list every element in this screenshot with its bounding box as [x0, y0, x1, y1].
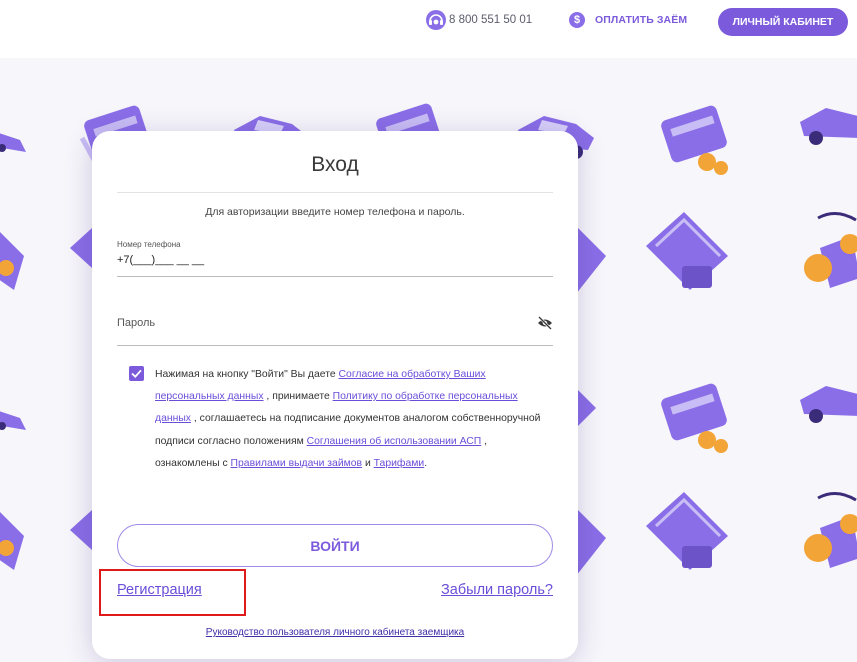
phone-label: Номер телефона — [117, 240, 181, 249]
receipt-illustration — [646, 212, 728, 290]
coins-illustration — [804, 212, 857, 288]
login-hint: Для авторизации введите номер телефона и… — [205, 206, 465, 218]
header-phone[interactable]: 8 800 551 50 01 — [425, 9, 532, 31]
password-underline — [117, 345, 553, 346]
login-button[interactable]: ВОЙТИ — [117, 524, 553, 567]
login-title: Вход — [311, 153, 359, 176]
headset-icon — [426, 10, 446, 30]
arrow-illustration — [576, 508, 606, 576]
register-highlight-box — [99, 569, 246, 616]
pay-loan-link[interactable]: $ ОПЛАТИТЬ ЗАЁМ — [569, 12, 687, 28]
money-illustration — [0, 512, 24, 570]
dollar-icon: $ — [569, 12, 585, 28]
user-guide-link[interactable]: Руководство пользователя личного кабинет… — [92, 627, 578, 638]
car-illustration — [800, 386, 857, 423]
pay-loan-label: ОПЛАТИТЬ ЗАЁМ — [595, 14, 688, 26]
consent-checkbox[interactable] — [129, 366, 144, 381]
card-coins-illustration — [661, 383, 728, 453]
phone-field[interactable]: Номер телефона +7(___)___ __ __ — [117, 240, 553, 278]
personal-cabinet-button[interactable]: ЛИЧНЫЙ КАБИНЕТ — [718, 8, 848, 36]
consent-text-part: Нажимая на кнопку "Войти" Вы даете — [155, 369, 339, 380]
title-divider — [117, 192, 553, 193]
card-coins-illustration — [661, 105, 728, 175]
diamond-illustration — [70, 228, 92, 268]
phone-underline — [117, 276, 553, 277]
phone-number: 8 800 551 50 01 — [449, 14, 533, 26]
consent-text: Нажимая на кнопку "Войти" Вы даете Согла… — [155, 364, 549, 475]
consent-link-tariffs[interactable]: Тарифами — [374, 458, 425, 469]
car-illustration — [800, 108, 857, 145]
car-illustration — [0, 411, 26, 430]
consent-link-rules[interactable]: Правилами выдачи займов — [231, 458, 363, 469]
arrow-illustration — [576, 388, 596, 428]
eye-off-icon[interactable] — [537, 316, 553, 330]
consent-text-part: , принимаете — [263, 391, 333, 403]
receipt-illustration — [646, 492, 728, 570]
car-illustration — [0, 133, 26, 152]
check-icon — [131, 369, 142, 378]
phone-input[interactable]: +7(___)___ __ __ — [117, 254, 204, 266]
top-bar: 8 800 551 50 01 $ ОПЛАТИТЬ ЗАЁМ ЛИЧНЫЙ К… — [0, 0, 857, 46]
diamond-illustration — [70, 510, 92, 550]
forgot-password-link[interactable]: Забыли пароль? — [441, 582, 553, 598]
consent-text-part: и — [362, 457, 374, 469]
password-field[interactable]: Пароль — [117, 316, 553, 347]
password-input[interactable]: Пароль — [117, 317, 155, 329]
consent-link-asp[interactable]: Соглашения об использовании АСП — [307, 436, 482, 447]
coins-illustration — [804, 492, 857, 568]
consent-text-part: . — [424, 457, 428, 469]
money-illustration — [0, 232, 24, 290]
arrow-illustration — [576, 226, 606, 294]
